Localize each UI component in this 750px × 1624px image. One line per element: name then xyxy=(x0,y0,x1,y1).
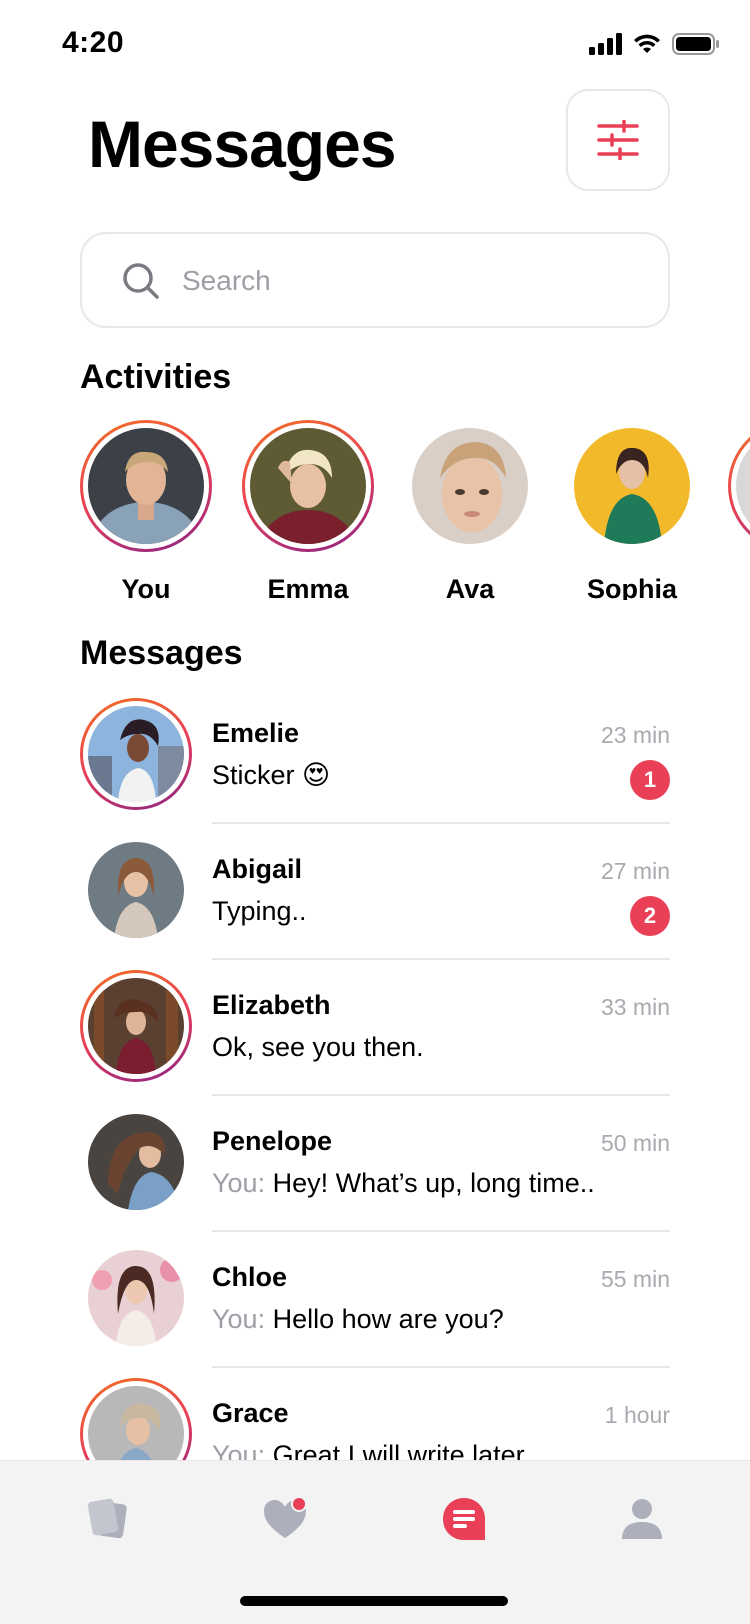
activity-sophia[interactable]: Sophia xyxy=(562,420,702,600)
activity-ava[interactable]: Ava xyxy=(400,420,540,600)
avatar xyxy=(88,1250,184,1346)
search-input[interactable] xyxy=(182,254,642,308)
divider xyxy=(212,958,670,960)
search-icon xyxy=(123,263,159,299)
battery-icon xyxy=(672,33,719,55)
avatar-wrap xyxy=(80,1242,192,1354)
message-preview: You: Hey! What’s up, long time.. xyxy=(212,1168,595,1199)
nav-messages[interactable] xyxy=(434,1489,494,1549)
wifi-icon xyxy=(634,34,660,53)
message-time: 50 min xyxy=(600,1130,670,1156)
divider xyxy=(212,822,670,824)
story-ring xyxy=(242,420,374,552)
contact-name: Chloe xyxy=(212,1262,288,1292)
message-time: 33 min xyxy=(600,994,670,1020)
heart-icon xyxy=(264,1496,307,1538)
filter-button[interactable] xyxy=(566,89,670,191)
home-indicator xyxy=(240,1596,508,1606)
message-list[interactable]: Emelie 23 min Sticker 😍 1 Abigail 27 min… xyxy=(0,698,750,1460)
message-time: 23 min xyxy=(600,722,670,748)
message-preview: You: Great I will write later xyxy=(212,1440,525,1460)
activity-name: Emma xyxy=(267,574,349,600)
contact-name: Penelope xyxy=(212,1126,333,1156)
contact-name: Elizabeth xyxy=(212,990,331,1020)
cards-icon xyxy=(87,1498,127,1539)
avatar xyxy=(88,706,184,802)
message-row-abigail[interactable]: Abigail 27 min Typing.. 2 xyxy=(0,834,750,970)
activity-more[interactable] xyxy=(724,420,750,552)
avatar xyxy=(736,428,750,544)
message-text: Ok, see you then. xyxy=(212,1032,424,1062)
search-box[interactable] xyxy=(80,232,670,328)
contact-name: Abigail xyxy=(212,854,303,884)
notification-dot xyxy=(293,1498,305,1510)
chat-icon xyxy=(443,1498,485,1540)
avatar xyxy=(88,428,204,544)
contact-name: Emelie xyxy=(212,718,300,748)
nav-profile[interactable] xyxy=(612,1489,672,1549)
message-row-penelope[interactable]: Penelope 50 min You: Hey! What’s up, lon… xyxy=(0,1106,750,1242)
you-prefix: You: xyxy=(212,1440,273,1460)
divider xyxy=(212,1366,670,1368)
you-prefix: You: xyxy=(212,1304,273,1334)
nav-matches[interactable] xyxy=(256,1489,316,1549)
filter-sliders-icon xyxy=(597,120,639,160)
message-time: 55 min xyxy=(600,1266,670,1292)
activity-name: Ava xyxy=(445,574,495,600)
message-time: 27 min xyxy=(600,858,670,884)
avatar xyxy=(250,428,366,544)
message-row-grace[interactable]: Grace 1 hour You: Great I will write lat… xyxy=(0,1378,750,1460)
message-text: Sticker 😍 xyxy=(212,760,331,790)
unread-badge: 2 xyxy=(630,896,670,936)
message-preview: Typing.. xyxy=(212,896,307,927)
activity-name: Sophia xyxy=(586,574,677,600)
status-icons xyxy=(589,32,720,56)
activity-name: You xyxy=(121,574,171,600)
you-prefix: You: xyxy=(212,1168,273,1198)
message-text: Great I will write later xyxy=(272,1440,525,1460)
message-text: Hello how are you? xyxy=(272,1304,504,1334)
avatar xyxy=(88,978,184,1074)
avatar-wrap xyxy=(80,834,192,946)
activities-row[interactable]: You Emma Ava Sophia xyxy=(0,420,750,600)
avatar xyxy=(88,842,184,938)
cellular-signal-icon xyxy=(589,33,622,55)
status-time: 4:20 xyxy=(62,26,125,59)
message-row-emelie[interactable]: Emelie 23 min Sticker 😍 1 xyxy=(0,698,750,834)
avatar xyxy=(88,1386,184,1460)
message-text: Typing.. xyxy=(212,896,307,926)
divider xyxy=(212,1094,670,1096)
page-title: Messages xyxy=(88,107,397,181)
story-ring xyxy=(80,698,192,810)
story-ring xyxy=(566,420,698,552)
messages-title: Messages xyxy=(80,634,243,672)
message-preview: Sticker 😍 xyxy=(212,760,330,791)
avatar-wrap xyxy=(80,1106,192,1218)
profile-icon xyxy=(622,1499,662,1539)
avatar xyxy=(412,428,528,544)
activities-title: Activities xyxy=(80,358,232,396)
story-ring xyxy=(80,420,212,552)
message-preview: Ok, see you then. xyxy=(212,1032,424,1063)
message-row-chloe[interactable]: Chloe 55 min You: Hello how are you? xyxy=(0,1242,750,1378)
message-text: Hey! What’s up, long time.. xyxy=(272,1168,595,1198)
avatar xyxy=(574,428,690,544)
unread-badge: 1 xyxy=(630,760,670,800)
activity-you[interactable]: You xyxy=(76,420,216,600)
divider xyxy=(212,1230,670,1232)
activity-emma[interactable]: Emma xyxy=(238,420,378,600)
message-preview: You: Hello how are you? xyxy=(212,1304,504,1335)
story-ring xyxy=(728,420,750,552)
status-bar: 4:20 xyxy=(0,0,750,90)
story-ring xyxy=(80,1378,192,1460)
story-ring xyxy=(80,970,192,1082)
contact-name: Grace xyxy=(212,1398,289,1428)
message-time: 1 hour xyxy=(604,1402,670,1428)
story-ring xyxy=(404,420,536,552)
avatar xyxy=(88,1114,184,1210)
message-row-elizabeth[interactable]: Elizabeth 33 min Ok, see you then. xyxy=(0,970,750,1106)
nav-cards[interactable] xyxy=(78,1489,138,1549)
